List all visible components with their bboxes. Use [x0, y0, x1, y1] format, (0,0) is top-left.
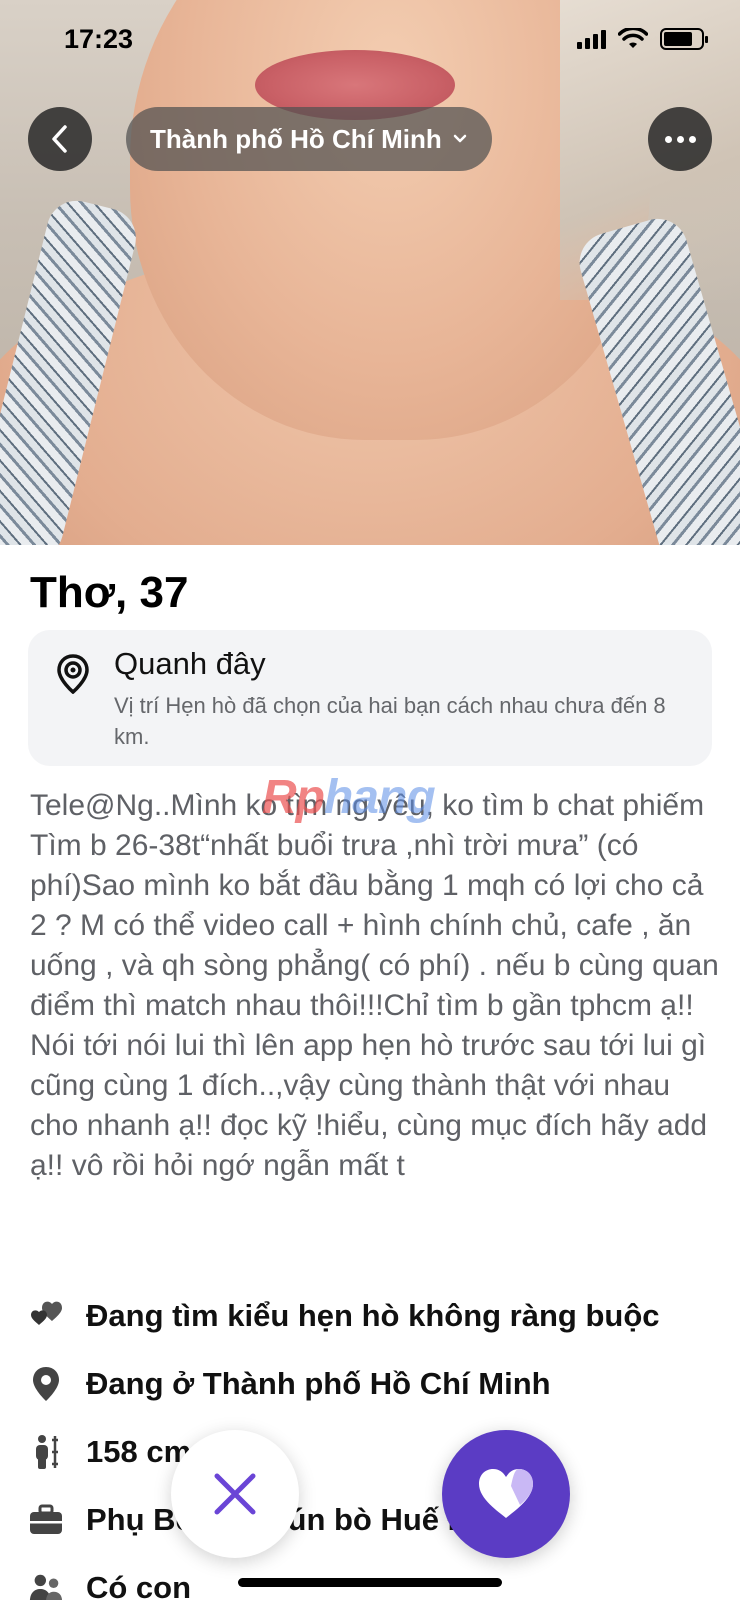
like-button[interactable]	[442, 1430, 570, 1558]
detail-text: Đang tìm kiểu hẹn hò không ràng buộc	[86, 1298, 660, 1333]
close-icon	[214, 1473, 256, 1515]
hearts-icon	[28, 1300, 64, 1332]
more-options-button[interactable]	[648, 107, 712, 171]
profile-details: Đang tìm kiểu hẹn hò không ràng buộc Đan…	[28, 1282, 728, 1600]
distance-description: Vị trí Hẹn hò đã chọn của hai bạn cách n…	[114, 693, 666, 749]
distance-title: Quanh đây	[114, 646, 266, 681]
detail-row-work: Phụ Bếp tại Bún bò Huế Đô	[28, 1486, 728, 1554]
briefcase-icon	[28, 1504, 64, 1536]
heart-icon	[479, 1469, 533, 1518]
status-bar: 17:23	[0, 0, 740, 80]
detail-row-height: 158 cm	[28, 1418, 728, 1486]
chevron-down-icon	[453, 134, 466, 143]
location-target-icon	[57, 654, 89, 694]
detail-text: 158 cm	[86, 1434, 192, 1469]
distance-card: Quanh đây Vị trí Hẹn hò đã chọn của hai …	[28, 630, 712, 766]
profile-photo[interactable]	[0, 0, 740, 545]
status-icons	[577, 28, 708, 50]
height-icon	[28, 1434, 64, 1470]
watermark-logo: Rphang	[262, 771, 436, 824]
location-pin-icon	[28, 1366, 64, 1402]
more-icon	[664, 135, 696, 143]
detail-row-children: Có con	[28, 1554, 728, 1600]
city-selector[interactable]: Thành phố Hồ Chí Minh	[126, 107, 492, 171]
wifi-icon	[618, 28, 648, 48]
city-label: Thành phố Hồ Chí Minh	[150, 123, 442, 154]
people-icon	[28, 1572, 64, 1600]
back-button[interactable]	[28, 107, 92, 171]
pass-button[interactable]	[171, 1430, 299, 1558]
profile-name-age: Thơ, 37	[30, 568, 189, 617]
profile-bio: Tele@Ng..Mình ko tìm ng yêu, ko tìm b ch…	[30, 789, 719, 1182]
detail-row-looking-for: Đang tìm kiểu hẹn hò không ràng buộc	[28, 1282, 728, 1350]
detail-text: Có con	[86, 1570, 192, 1600]
status-time: 17:23	[64, 24, 134, 54]
chevron-left-icon	[52, 125, 67, 153]
battery-icon	[660, 28, 708, 50]
detail-text: Đang ở Thành phố Hồ Chí Minh	[86, 1366, 551, 1401]
cellular-signal-icon	[577, 29, 606, 49]
home-indicator	[238, 1578, 502, 1587]
detail-row-location: Đang ở Thành phố Hồ Chí Minh	[28, 1350, 728, 1418]
